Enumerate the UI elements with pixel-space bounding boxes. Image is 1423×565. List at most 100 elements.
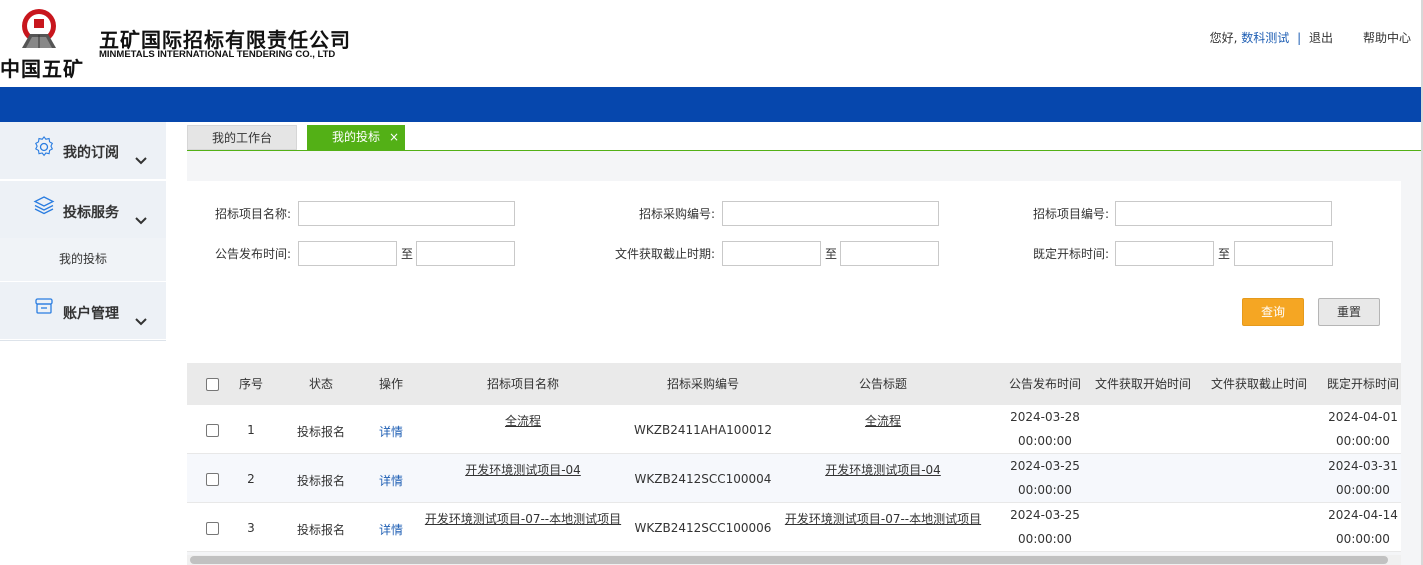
detail-link[interactable]: 详情 bbox=[361, 472, 421, 489]
search-form: 招标项目名称: 招标采购编号: 招标项目编号: 公告发布时间: 至 文件获取截止… bbox=[187, 181, 1401, 363]
column-header: 既定开标时间 bbox=[1326, 377, 1399, 391]
chevron-down-icon bbox=[135, 217, 147, 225]
project-no-label: 招标项目编号: bbox=[1032, 207, 1109, 221]
publish-time-label: 公告发布时间: bbox=[214, 247, 291, 261]
publish-time: 00:00:00 bbox=[1018, 434, 1072, 448]
minmetals-logo-icon bbox=[22, 9, 56, 48]
store-icon bbox=[35, 298, 53, 314]
table-row: 1 投标报名 详情 全流程 WKZB2411AHA100012 全流程 2024… bbox=[187, 405, 1401, 454]
column-header: 文件获取截止时间 bbox=[1210, 377, 1307, 391]
close-icon[interactable]: × bbox=[389, 125, 399, 150]
logout-link[interactable]: 退出 bbox=[1309, 31, 1333, 45]
layers-icon bbox=[33, 196, 55, 215]
sidebar-subitem-my-bids[interactable]: 我的投标 bbox=[0, 238, 166, 281]
publish-date: 2024-03-25 bbox=[1010, 459, 1080, 473]
purchase-no: WKZB2412SCC100006 bbox=[634, 521, 772, 535]
open-date: 2024-04-01 bbox=[1328, 410, 1398, 424]
sidebar-divider bbox=[0, 340, 166, 341]
column-header: 招标采购编号 bbox=[666, 377, 739, 391]
column-header: 操作 bbox=[378, 377, 403, 391]
column-header: 状态 bbox=[308, 377, 333, 391]
bid-table: 序号 状态 操作 招标项目名称 招标采购编号 公告标题 公告发布时间 文件获取开… bbox=[187, 363, 1401, 552]
row-status: 投标报名 bbox=[296, 474, 345, 488]
range-separator: 至 bbox=[825, 247, 838, 261]
nav-bar bbox=[0, 87, 1421, 122]
column-header: 公告标题 bbox=[858, 377, 907, 391]
chevron-down-icon bbox=[135, 318, 147, 326]
doc-deadline-start-input[interactable] bbox=[722, 241, 821, 266]
column-header: 序号 bbox=[238, 377, 263, 391]
sidebar-item-account[interactable]: 账户管理 bbox=[0, 282, 166, 340]
notice-title-link[interactable]: 全流程 bbox=[773, 412, 993, 429]
range-separator: 至 bbox=[401, 247, 414, 261]
project-name-link[interactable]: 开发环境测试项目-04 bbox=[413, 461, 633, 478]
publish-time-start-input[interactable] bbox=[298, 241, 397, 266]
sidebar-item-label: 账户管理 bbox=[63, 306, 119, 322]
purchase-no: WKZB2412SCC100004 bbox=[634, 472, 772, 486]
project-no-input[interactable] bbox=[1115, 201, 1332, 226]
tab-my-bids[interactable]: 我的投标 × bbox=[307, 125, 405, 150]
company-name-en: MINMETALS INTERNATIONAL TENDERING CO., L… bbox=[99, 49, 336, 60]
row-status: 投标报名 bbox=[296, 523, 345, 537]
chevron-down-icon bbox=[135, 157, 147, 165]
open-time-start-input[interactable] bbox=[1115, 241, 1214, 266]
open-time: 00:00:00 bbox=[1336, 483, 1390, 497]
publish-date: 2024-03-28 bbox=[1010, 410, 1080, 424]
purchase-no: WKZB2411AHA100012 bbox=[634, 423, 772, 437]
reset-button[interactable]: 重置 bbox=[1318, 298, 1380, 326]
sidebar-item-bid-service[interactable]: 投标服务 bbox=[0, 181, 166, 239]
sidebar-item-subscription[interactable]: 我的订阅 bbox=[0, 122, 166, 180]
row-number: 2 bbox=[247, 472, 255, 486]
purchase-no-input[interactable] bbox=[722, 201, 939, 226]
project-name-input[interactable] bbox=[298, 201, 515, 226]
notice-title-link[interactable]: 开发环境测试项目-07--本地测试项目 bbox=[773, 510, 993, 527]
purchase-no-label: 招标采购编号: bbox=[638, 207, 715, 221]
row-checkbox[interactable] bbox=[206, 522, 219, 535]
column-header: 公告发布时间 bbox=[1008, 377, 1081, 391]
row-checkbox[interactable] bbox=[206, 424, 219, 437]
publish-time-end-input[interactable] bbox=[416, 241, 515, 266]
range-separator: 至 bbox=[1218, 247, 1231, 261]
tab-label: 我的投标 bbox=[331, 130, 380, 144]
row-number: 1 bbox=[247, 423, 255, 437]
notice-title-link[interactable]: 开发环境测试项目-04 bbox=[773, 461, 993, 478]
open-time-label: 既定开标时间: bbox=[1032, 247, 1109, 261]
open-time: 00:00:00 bbox=[1336, 532, 1390, 546]
doc-deadline-end-input[interactable] bbox=[840, 241, 939, 266]
open-date: 2024-03-31 bbox=[1328, 459, 1398, 473]
scrollbar-thumb[interactable] bbox=[190, 556, 1388, 564]
table-row: 2 投标报名 详情 开发环境测试项目-04 WKZB2412SCC100004 … bbox=[187, 454, 1401, 503]
column-header: 招标项目名称 bbox=[486, 377, 559, 391]
query-button[interactable]: 查询 bbox=[1242, 298, 1304, 326]
doc-deadline-label: 文件获取截止时期: bbox=[614, 247, 715, 261]
gear-icon bbox=[35, 136, 54, 157]
open-time-end-input[interactable] bbox=[1234, 241, 1333, 266]
user-area: 您好, 数科测试 | 退出 bbox=[1210, 29, 1333, 46]
open-date: 2024-04-14 bbox=[1328, 508, 1398, 522]
row-checkbox[interactable] bbox=[206, 473, 219, 486]
publish-date: 2024-03-25 bbox=[1010, 508, 1080, 522]
sidebar: 我的订阅 投标服务 我的投标 账户管理 bbox=[0, 122, 166, 565]
horizontal-scrollbar[interactable] bbox=[187, 555, 1401, 565]
sidebar-item-label: 投标服务 bbox=[63, 205, 119, 221]
tab-underline bbox=[187, 150, 1421, 151]
detail-link[interactable]: 详情 bbox=[361, 423, 421, 440]
help-center-link[interactable]: 帮助中心 bbox=[1363, 29, 1411, 46]
username-link[interactable]: 数科测试 bbox=[1241, 31, 1289, 45]
greeting-text: 您好, bbox=[1209, 31, 1238, 45]
table-row: 3 投标报名 详情 开发环境测试项目-07--本地测试项目 WKZB2412SC… bbox=[187, 503, 1401, 552]
open-time: 00:00:00 bbox=[1336, 434, 1390, 448]
project-name-link[interactable]: 全流程 bbox=[413, 412, 633, 429]
detail-link[interactable]: 详情 bbox=[361, 521, 421, 538]
select-all-checkbox[interactable] bbox=[206, 378, 219, 391]
logo-text: 中国五矿 bbox=[0, 57, 84, 81]
column-header: 文件获取开始时间 bbox=[1094, 377, 1191, 391]
publish-time: 00:00:00 bbox=[1018, 532, 1072, 546]
project-name-link[interactable]: 开发环境测试项目-07--本地测试项目 bbox=[413, 510, 633, 527]
row-number: 3 bbox=[247, 521, 255, 535]
tab-workbench[interactable]: 我的工作台 bbox=[187, 125, 297, 150]
sidebar-item-label: 我的订阅 bbox=[63, 145, 119, 161]
separator: | bbox=[1297, 31, 1302, 45]
project-name-label: 招标项目名称: bbox=[214, 207, 291, 221]
table-header: 序号 状态 操作 招标项目名称 招标采购编号 公告标题 公告发布时间 文件获取开… bbox=[187, 363, 1401, 405]
